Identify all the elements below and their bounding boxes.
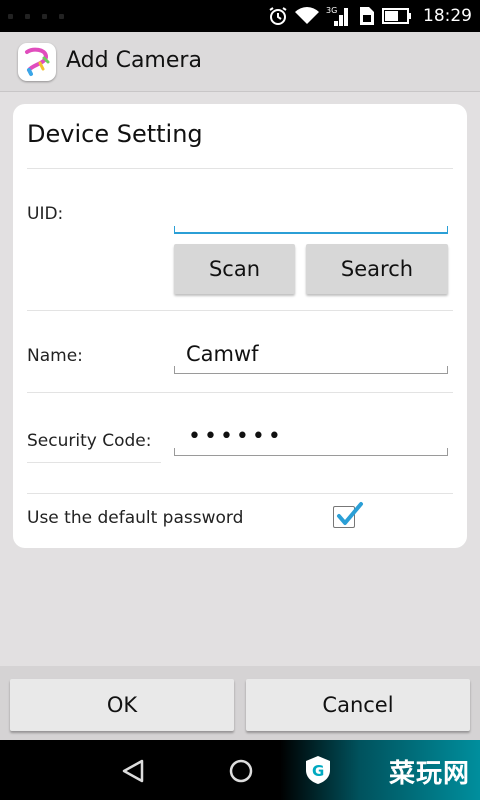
uid-label: UID: bbox=[27, 204, 64, 224]
home-icon[interactable] bbox=[226, 756, 256, 786]
wifi-icon bbox=[295, 7, 319, 25]
ok-button[interactable]: OK bbox=[10, 679, 234, 731]
back-icon[interactable] bbox=[118, 756, 148, 786]
search-button[interactable]: Search bbox=[306, 244, 448, 294]
status-bar: 3G 18:29 bbox=[0, 0, 480, 32]
name-label: Name: bbox=[27, 346, 83, 366]
svg-text:G: G bbox=[312, 762, 324, 780]
watermark-text: 菜玩网 bbox=[388, 759, 470, 789]
device-setting-card: Device Setting UID: Scan Search Name: Ca… bbox=[13, 104, 467, 548]
security-code-input[interactable] bbox=[174, 448, 448, 456]
divider bbox=[27, 168, 453, 169]
network-type: 3G bbox=[326, 6, 337, 15]
signal-icon: 3G bbox=[326, 5, 352, 27]
divider bbox=[27, 392, 453, 393]
card-title: Device Setting bbox=[27, 120, 203, 148]
cancel-button[interactable]: Cancel bbox=[246, 679, 470, 731]
uid-input[interactable] bbox=[174, 226, 448, 234]
divider bbox=[27, 493, 453, 494]
page-title: Add Camera bbox=[66, 48, 202, 73]
security-code-label: Security Code: bbox=[27, 431, 152, 451]
sim-icon bbox=[359, 6, 375, 26]
app-logo-icon[interactable] bbox=[18, 43, 56, 81]
notification-area bbox=[8, 8, 64, 19]
action-bar: Add Camera bbox=[0, 32, 480, 92]
navigation-bar: G 菜玩网 bbox=[0, 740, 480, 800]
watermark-badge-icon: G bbox=[306, 756, 330, 784]
default-password-checkbox[interactable] bbox=[333, 502, 363, 528]
divider bbox=[27, 462, 161, 463]
scan-button[interactable]: Scan bbox=[174, 244, 295, 294]
security-code-value[interactable]: •••••• bbox=[188, 424, 284, 449]
alarm-icon bbox=[268, 6, 288, 26]
watermark: G 菜玩网 bbox=[280, 740, 480, 800]
checkmark-icon bbox=[336, 501, 364, 531]
divider bbox=[27, 310, 453, 311]
name-input[interactable] bbox=[174, 366, 448, 374]
status-time: 18:29 bbox=[423, 6, 472, 26]
battery-icon bbox=[382, 8, 412, 24]
bottom-button-bar: OK Cancel bbox=[0, 666, 480, 740]
default-password-label: Use the default password bbox=[27, 508, 244, 528]
uid-input-value[interactable] bbox=[186, 202, 446, 228]
name-input-value[interactable]: Camwf bbox=[186, 342, 259, 366]
status-icons: 3G 18:29 bbox=[268, 0, 472, 32]
